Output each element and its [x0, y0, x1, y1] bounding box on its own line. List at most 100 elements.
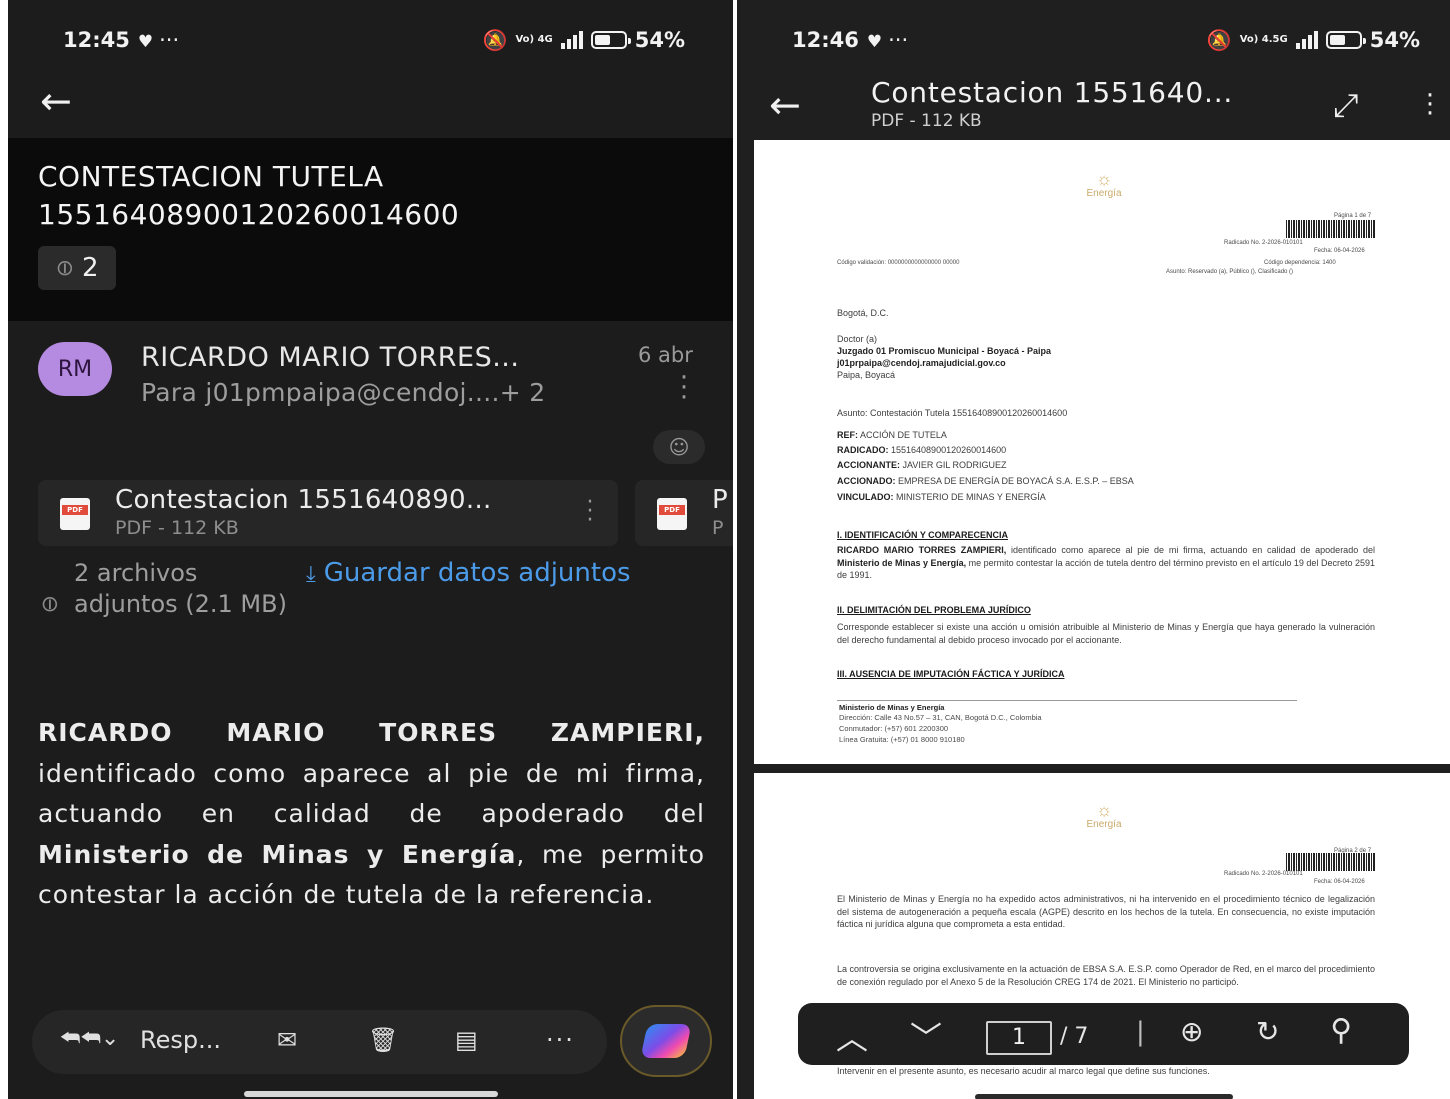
trash-icon[interactable]: 🗑: [368, 1026, 398, 1054]
home-indicator[interactable]: [975, 1094, 1233, 1099]
doc-paragraph: RICARDO MARIO TORRES ZAMPIERI, identific…: [837, 545, 1376, 581]
footer-toll-free: Línea Gratuita: (+57) 01 8000 910180: [839, 735, 965, 744]
doc-paragraph: La controversia se origina exclusivament…: [837, 964, 1375, 987]
doc-defendant: EMPRESA DE ENERGÍA DE BOYACÁ S.A. E.S.P.…: [898, 476, 1134, 486]
footer-divider: [837, 700, 1297, 701]
paperclip-icon: ⊘: [49, 252, 81, 284]
doc-linked-party: MINISTERIO DE MINAS Y ENERGÍA: [896, 492, 1046, 502]
doc-place: Paipa, Boyacá: [837, 370, 896, 380]
search-icon[interactable]: ⚲: [1330, 1013, 1352, 1048]
reply-all-icon[interactable]: ⮪⮪⌄: [60, 1026, 119, 1051]
attachment-count: 2: [81, 253, 99, 283]
document-meta: PDF - 112 KB: [871, 111, 982, 131]
email-subject-block: CONTESTACION TUTELA 15516408900120260014…: [8, 138, 733, 321]
battery-icon: [590, 31, 631, 49]
document-title: Contestacion 1551640...: [871, 76, 1234, 109]
body-bold-entity: Ministerio de Minas y Energía: [38, 839, 517, 869]
footer-entity: Ministerio de Minas y Energía: [839, 703, 945, 712]
attachment-card[interactable]: PDF P P: [635, 480, 733, 546]
document-date: Fecha: 06-04-2026: [1314, 879, 1365, 885]
classification: Asunto: Reservado (a), Público (), Clasi…: [1166, 269, 1294, 275]
signal-icon: [1295, 31, 1318, 49]
doc-court-email: j01prpaipa@cendoj.ramajudicial.gov.co: [837, 358, 1006, 368]
footer-address: Dirección: Calle 43 No.57 – 31, CAN, Bog…: [839, 713, 1042, 722]
copilot-button[interactable]: [620, 1005, 712, 1077]
page-total: / 7: [1060, 1024, 1089, 1049]
rotate-icon[interactable]: ↻: [1256, 1015, 1279, 1048]
more-options-icon[interactable]: · · ·: [674, 365, 694, 411]
attachment-card[interactable]: PDF Contestacion 1551640890... PDF - 112…: [38, 480, 618, 546]
doc-court: Juzgado 01 Promiscuo Municipal - Boyacá …: [837, 346, 1052, 356]
email-app-pane: 12:45 ♥ ··· 🔕 Vo) 4G 54% ← CONTESTACION TU…: [8, 0, 733, 1099]
heart-icon: ♥: [866, 32, 883, 52]
radicado-number: Radicado No. 2-2026-010101: [1224, 871, 1303, 877]
doc-paragraph: Intervenir en el presente asunto, es nec…: [837, 1066, 1210, 1076]
email-action-bar: ⮪⮪⌄ Resp... ✉ 🗑 ▤ ···: [32, 1010, 607, 1074]
radicado-number: Radicado No. 2-2026-010101: [1224, 240, 1303, 246]
pdf-file-icon: PDF: [60, 498, 90, 530]
status-time: 12:45 ♥ ···: [63, 28, 179, 52]
barcode: [1286, 220, 1376, 238]
previous-page-icon[interactable]: ︿: [836, 1013, 868, 1059]
network-label: Vo) 4.5G: [1239, 34, 1288, 45]
open-external-icon[interactable]: ⤢: [1333, 86, 1359, 125]
mark-unread-icon[interactable]: ✉: [277, 1026, 297, 1054]
clock-text: 12:45: [63, 28, 130, 52]
avatar[interactable]: RM: [38, 342, 112, 396]
reaction-button[interactable]: ☺: [653, 430, 705, 464]
more-notifications-icon: ···: [888, 28, 909, 52]
ministry-logo: ☼ Energía: [1086, 169, 1122, 199]
doc-paragraph: Corresponde establecer si existe una acc…: [837, 622, 1375, 645]
doc-paragraph: El Ministerio de Minas y Energía no ha e…: [837, 894, 1375, 930]
smiley-icon: ☺: [668, 435, 690, 459]
back-arrow-icon[interactable]: ←: [40, 82, 72, 120]
attachment-more-icon[interactable]: · · ·: [584, 492, 596, 532]
status-time: 12:46 ♥ ···: [792, 28, 908, 52]
back-arrow-icon[interactable]: ←: [769, 86, 801, 124]
reply-button[interactable]: Resp...: [140, 1026, 221, 1054]
status-bar: 12:45 ♥ ··· 🔕 Vo) 4G 54%: [8, 0, 733, 80]
doc-radicado: 15516408900120260014600: [891, 445, 1007, 455]
download-icon: ⤓: [306, 562, 316, 587]
body-text: identificado como aparece al pie de mi f…: [38, 758, 705, 829]
attachment-name: Contestacion 1551640890...: [115, 485, 492, 515]
page-number-input[interactable]: 1: [986, 1021, 1052, 1055]
section-heading: I. IDENTIFICACIÓN Y COMPARECENCIA: [837, 530, 1009, 540]
pdf-page: ☼ Energía Página 1 de 7 Radicado No. 2-20…: [754, 140, 1450, 764]
status-icons: 🔕 Vo) 4.5G 54%: [1207, 28, 1420, 52]
heart-icon: ♥: [137, 32, 154, 52]
pdf-file-icon: PDF: [657, 498, 687, 530]
ministry-logo: ☼ Energía: [1086, 800, 1122, 830]
save-attachments-link[interactable]: ⤓ Guardar datos adjuntos: [306, 558, 631, 588]
sender-name[interactable]: RICARDO MARIO TORRES...: [141, 342, 519, 373]
doc-addressee-title: Doctor (a): [837, 334, 878, 344]
toolbar-separator: |: [1136, 1017, 1145, 1047]
pdf-toolbar: ︿ ﹀ 1 / 7 | ⊕ ↻ ⚲: [798, 1003, 1409, 1065]
bell-off-icon: 🔕: [1206, 28, 1232, 52]
attachment-count-chip[interactable]: ⊘ 2: [38, 246, 116, 290]
doc-subject: Asunto: Contestación Tutela 155164089001…: [837, 408, 1068, 418]
doc-ref: ACCIÓN DE TUTELA: [860, 430, 947, 440]
paperclip-icon: ⊘: [34, 589, 66, 620]
more-actions-icon[interactable]: ···: [546, 1026, 575, 1054]
move-to-icon[interactable]: ▤: [455, 1026, 478, 1054]
body-bold-name: RICARDO MARIO TORRES ZAMPIERI,: [38, 718, 705, 747]
battery-percent: 54%: [634, 28, 685, 52]
recipients[interactable]: Para j01pmpaipa@cendoj....+ 2: [141, 378, 546, 407]
zoom-in-icon[interactable]: ⊕: [1180, 1015, 1203, 1048]
save-attachments-label: Guardar datos adjuntos: [323, 558, 631, 588]
home-indicator[interactable]: [244, 1091, 498, 1097]
bell-off-icon: 🔕: [482, 28, 508, 52]
copilot-icon: [640, 1024, 692, 1058]
next-page-icon[interactable]: ﹀: [910, 1013, 942, 1059]
status-bar: 12:46 ♥ ··· 🔕 Vo) 4.5G 54%: [737, 0, 1450, 80]
pdf-viewer-pane: 12:46 ♥ ··· 🔕 Vo) 4.5G 54% ← Contestacion …: [737, 0, 1450, 1099]
attachments-summary: 2 archivos adjuntos (2.1 MB): [74, 559, 287, 618]
attachment-meta: P: [712, 517, 724, 539]
email-subject: CONTESTACION TUTELA 15516408900120260014…: [38, 160, 460, 231]
email-body: RICARDO MARIO TORRES ZAMPIERI, identific…: [38, 713, 705, 916]
more-notifications-icon: ···: [159, 28, 180, 52]
more-options-icon[interactable]: · · ·: [1425, 83, 1435, 127]
network-label: Vo) 4G: [515, 34, 553, 45]
document-date: Fecha: 06-04-2026: [1314, 248, 1365, 254]
